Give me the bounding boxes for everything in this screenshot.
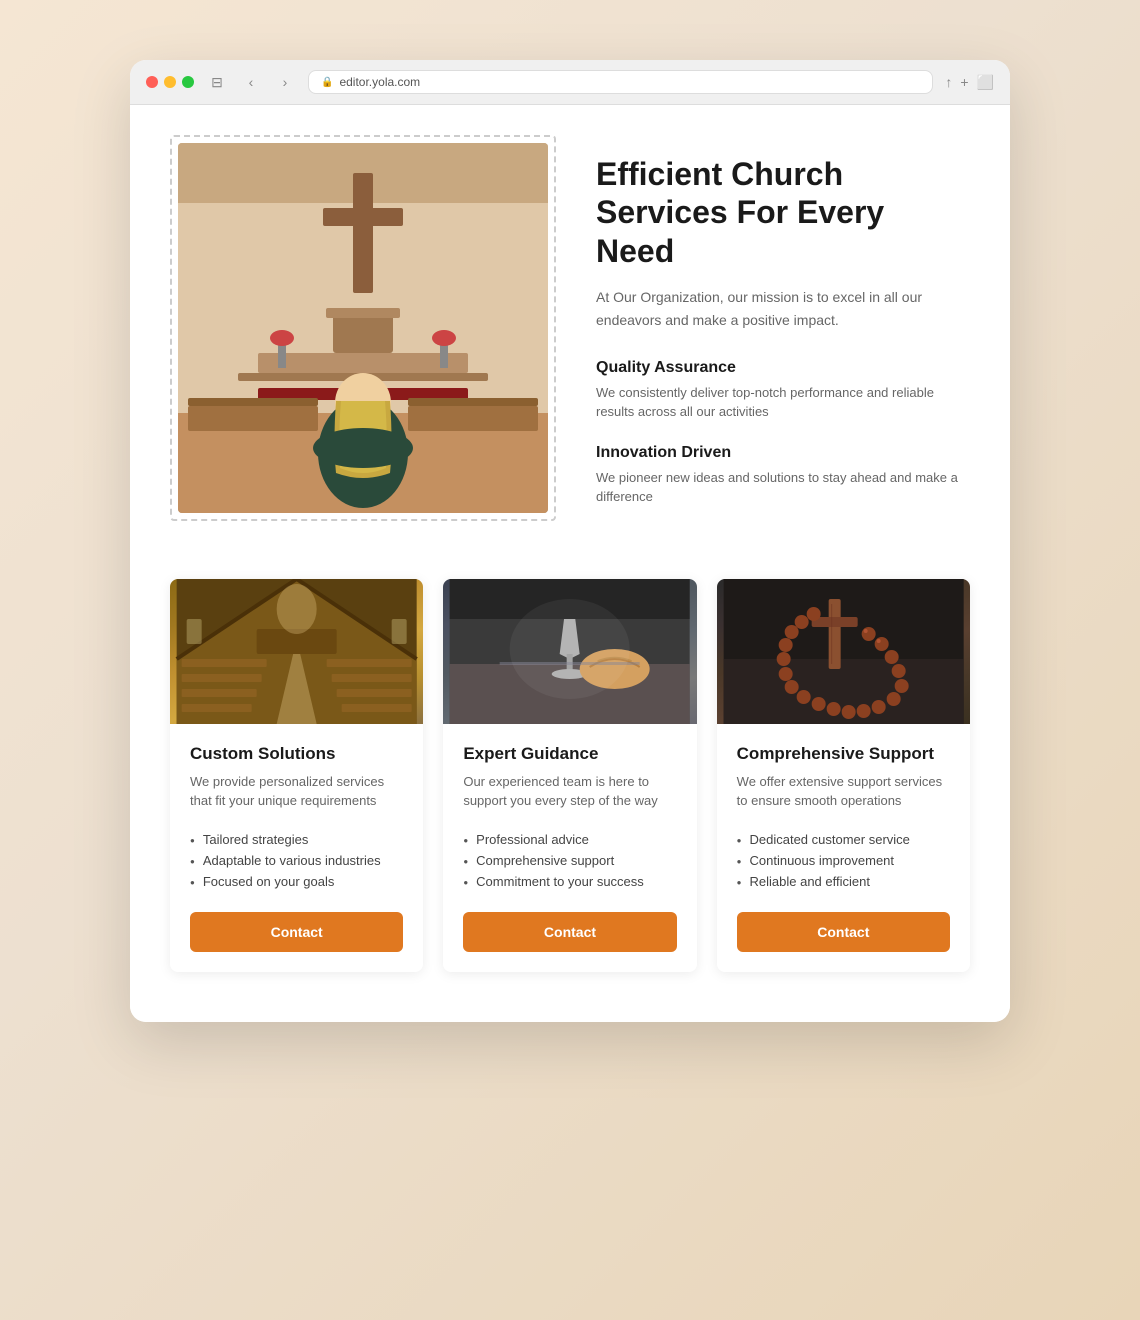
card-custom-solutions: Custom Solutions We provide personalized…: [170, 579, 423, 972]
feature-innovation-title: Innovation Driven: [596, 444, 970, 462]
hero-title: Efficient Church Services For Every Need: [596, 155, 970, 270]
hero-church-illustration: [178, 143, 548, 513]
list-item: Adaptable to various industries: [190, 850, 403, 871]
address-bar[interactable]: 🔒 editor.yola.com: [308, 70, 933, 94]
extensions-icon[interactable]: ⬜: [977, 74, 994, 91]
card-custom-solutions-body: Custom Solutions We provide personalized…: [170, 724, 423, 972]
add-tab-icon[interactable]: +: [960, 74, 968, 91]
card-comprehensive-support-desc: We offer extensive support services to e…: [737, 772, 950, 811]
card-communion-image: [443, 579, 696, 724]
page-content: Efficient Church Services For Every Need…: [130, 105, 1010, 1022]
feature-innovation: Innovation Driven We pioneer new ideas a…: [596, 444, 970, 507]
list-item: Tailored strategies: [190, 829, 403, 850]
feature-quality-desc: We consistently deliver top-notch perfor…: [596, 383, 970, 422]
lock-icon: 🔒: [321, 77, 333, 88]
browser-chrome: ⊟ ‹ › 🔒 editor.yola.com ↑ + ⬜: [130, 60, 1010, 105]
browser-window: ⊟ ‹ › 🔒 editor.yola.com ↑ + ⬜: [130, 60, 1010, 1022]
hero-section: Efficient Church Services For Every Need…: [170, 135, 970, 529]
feature-innovation-desc: We pioneer new ideas and solutions to st…: [596, 468, 970, 507]
hero-image-dashed-border: [170, 135, 556, 521]
hero-image-container: [170, 135, 556, 521]
card-expert-guidance-list: Professional advice Comprehensive suppor…: [463, 829, 676, 892]
url-text: editor.yola.com: [339, 75, 420, 89]
forward-button[interactable]: ›: [274, 71, 296, 93]
contact-button-card3[interactable]: Contact: [737, 912, 950, 952]
card-expert-guidance-title: Expert Guidance: [463, 744, 676, 764]
card-custom-solutions-title: Custom Solutions: [190, 744, 403, 764]
hero-text: Efficient Church Services For Every Need…: [596, 135, 970, 529]
card-expert-guidance-body: Expert Guidance Our experienced team is …: [443, 724, 696, 972]
share-icon[interactable]: ↑: [945, 74, 952, 91]
card-church-image: [170, 579, 423, 724]
contact-button-card2[interactable]: Contact: [463, 912, 676, 952]
communion-svg: [443, 579, 696, 724]
list-item: Comprehensive support: [463, 850, 676, 871]
card-expert-guidance-desc: Our experienced team is here to support …: [463, 772, 676, 811]
browser-actions: ↑ + ⬜: [945, 74, 994, 91]
list-item: Dedicated customer service: [737, 829, 950, 850]
hero-image: [178, 143, 548, 513]
sidebar-toggle-button[interactable]: ⊟: [206, 71, 228, 93]
feature-quality-title: Quality Assurance: [596, 359, 970, 377]
minimize-button[interactable]: [164, 76, 176, 88]
card-custom-solutions-list: Tailored strategies Adaptable to various…: [190, 829, 403, 892]
feature-quality: Quality Assurance We consistently delive…: [596, 359, 970, 422]
church-interior-svg: [170, 579, 423, 724]
card-expert-guidance: Expert Guidance Our experienced team is …: [443, 579, 696, 972]
list-item: Focused on your goals: [190, 871, 403, 892]
card-comprehensive-support-body: Comprehensive Support We offer extensive…: [717, 724, 970, 972]
card-rosary-image: [717, 579, 970, 724]
list-item: Professional advice: [463, 829, 676, 850]
cards-section: Custom Solutions We provide personalized…: [170, 579, 970, 972]
card-comprehensive-support: Comprehensive Support We offer extensive…: [717, 579, 970, 972]
hero-description: At Our Organization, our mission is to e…: [596, 286, 970, 331]
list-item: Reliable and efficient: [737, 871, 950, 892]
list-item: Continuous improvement: [737, 850, 950, 871]
card-custom-solutions-desc: We provide personalized services that fi…: [190, 772, 403, 811]
traffic-lights: [146, 76, 194, 88]
close-button[interactable]: [146, 76, 158, 88]
back-button[interactable]: ‹: [240, 71, 262, 93]
contact-button-card1[interactable]: Contact: [190, 912, 403, 952]
list-item: Commitment to your success: [463, 871, 676, 892]
card-comprehensive-support-list: Dedicated customer service Continuous im…: [737, 829, 950, 892]
rosary-svg: [717, 579, 970, 724]
card-comprehensive-support-title: Comprehensive Support: [737, 744, 950, 764]
maximize-button[interactable]: [182, 76, 194, 88]
